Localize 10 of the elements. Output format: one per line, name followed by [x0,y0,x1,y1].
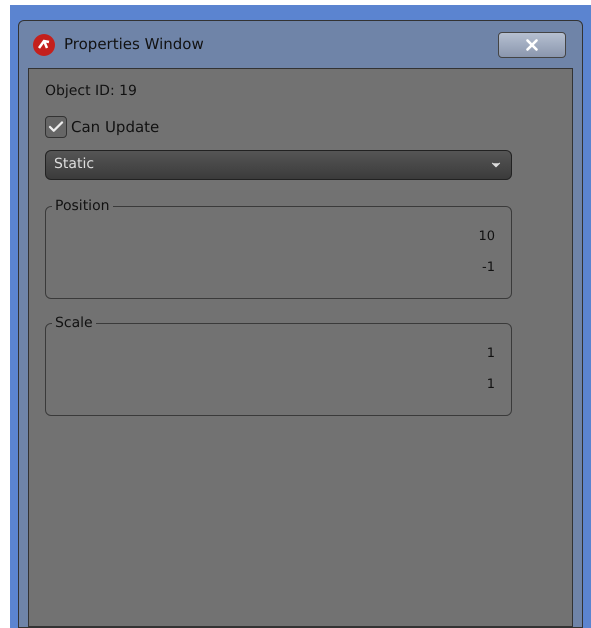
can-update-checkbox[interactable] [45,116,67,138]
object-id-label: Object ID: 19 [45,82,138,101]
value-text: 10 [478,228,495,244]
value-text: -1 [482,260,495,276]
can-update-label: Can Update [71,117,160,138]
window-title: Properties Window [64,34,204,56]
close-button[interactable] [498,32,566,58]
value-text: 1 [486,346,495,362]
mode-dropdown[interactable]: Static [45,150,512,180]
value-text: 1 [486,376,495,392]
